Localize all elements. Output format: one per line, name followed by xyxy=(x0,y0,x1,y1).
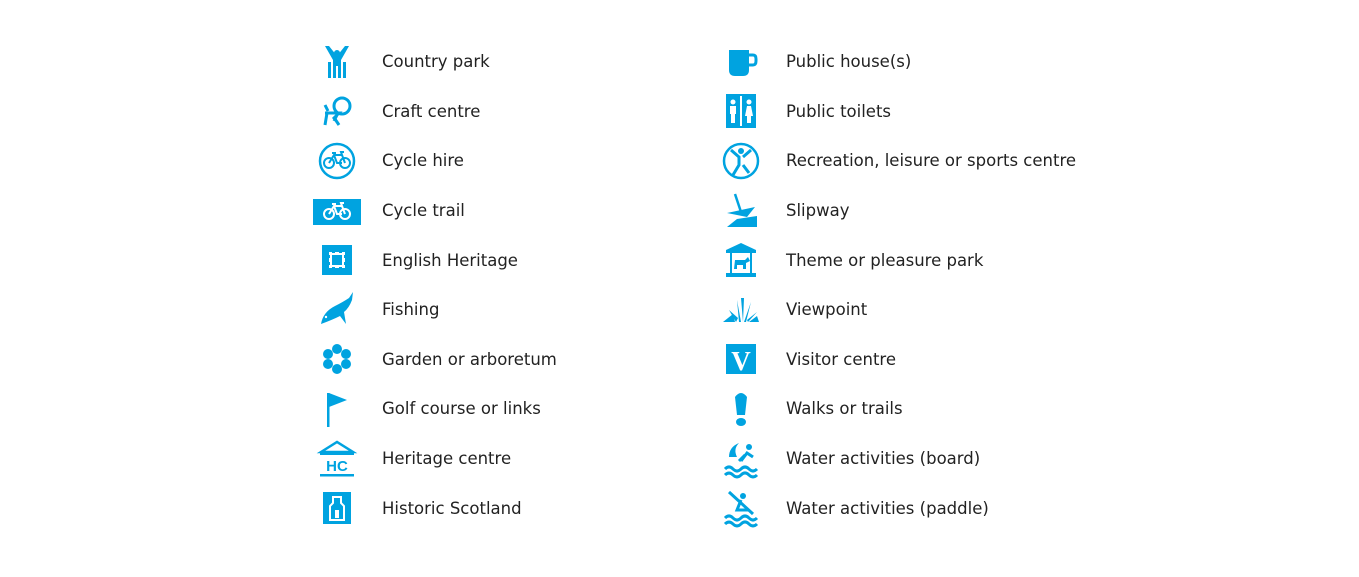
footprint-icon xyxy=(716,389,766,429)
legend-item: Theme or pleasure park xyxy=(716,235,1076,285)
garden-icon xyxy=(312,339,362,379)
slipway-icon xyxy=(716,191,766,231)
legend-item: Public house(s) xyxy=(716,37,1076,87)
legend-item-label: Slipway xyxy=(786,201,850,221)
legend-item-label: Cycle trail xyxy=(382,201,465,221)
legend-item: Cycle hire xyxy=(312,136,557,186)
cycle-trail-icon xyxy=(312,191,362,231)
legend-column-right: Public house(s) Public toilets Recreation,… xyxy=(716,37,1076,533)
country-park-icon xyxy=(312,42,362,82)
legend-item: Water activities (board) xyxy=(716,434,1076,484)
toilets-icon xyxy=(716,91,766,131)
legend-item-label: Country park xyxy=(382,52,490,72)
legend-item-label: Golf course or links xyxy=(382,399,541,419)
legend-item-label: Walks or trails xyxy=(786,399,903,419)
legend-item: Walks or trails xyxy=(716,384,1076,434)
visitor-centre-icon: V xyxy=(716,339,766,379)
historic-scotland-icon xyxy=(312,488,362,528)
water-paddle-icon xyxy=(716,488,766,528)
legend-item: Golf course or links xyxy=(312,384,557,434)
legend-item: Garden or arboretum xyxy=(312,335,557,385)
legend-item-label: Recreation, leisure or sports centre xyxy=(786,151,1077,171)
viewpoint-icon xyxy=(716,290,766,330)
recreation-icon xyxy=(716,141,766,181)
english-heritage-icon xyxy=(312,240,362,280)
svg-text:HC: HC xyxy=(326,458,348,475)
legend-item-label: Visitor centre xyxy=(786,349,897,369)
legend-item-label: Water activities (paddle) xyxy=(786,498,989,518)
carousel-icon xyxy=(716,240,766,280)
legend-item: Craft centre xyxy=(312,87,557,137)
legend-item-label: Public house(s) xyxy=(786,52,912,72)
legend-item-label: Heritage centre xyxy=(382,449,512,469)
legend-item: Cycle trail xyxy=(312,186,557,236)
pub-mug-icon xyxy=(716,42,766,82)
legend-item: Slipway xyxy=(716,186,1076,236)
legend-item-label: Historic Scotland xyxy=(382,498,522,518)
legend-item-label: Viewpoint xyxy=(786,300,868,320)
legend-item-label: Water activities (board) xyxy=(786,449,981,469)
legend-item: Public toilets xyxy=(716,87,1076,137)
legend-column-left: Country park Craft centre Cycle hire Cycle … xyxy=(312,37,557,533)
legend-item: HC Heritage centre xyxy=(312,434,557,484)
legend-item-label: Craft centre xyxy=(382,101,481,121)
legend-item-label: Cycle hire xyxy=(382,151,464,171)
golf-flag-icon xyxy=(312,389,362,429)
fishing-icon xyxy=(312,290,362,330)
legend-item-label: Fishing xyxy=(382,300,440,320)
svg-text:V: V xyxy=(731,346,751,376)
legend-item: Viewpoint xyxy=(716,285,1076,335)
legend-item: Recreation, leisure or sports centre xyxy=(716,136,1076,186)
legend-item: Country park xyxy=(312,37,557,87)
legend-item-label: Public toilets xyxy=(786,101,892,121)
legend-item: Historic Scotland xyxy=(312,483,557,533)
legend-item-label: English Heritage xyxy=(382,250,518,270)
water-board-icon xyxy=(716,439,766,479)
legend-item: V Visitor centre xyxy=(716,335,1076,385)
cycle-hire-icon xyxy=(312,141,362,181)
legend-item: Water activities (paddle) xyxy=(716,483,1076,533)
craft-centre-icon xyxy=(312,91,362,131)
legend-item: English Heritage xyxy=(312,235,557,285)
heritage-centre-icon: HC xyxy=(312,439,362,479)
legend-item-label: Theme or pleasure park xyxy=(786,250,984,270)
legend-item: Fishing xyxy=(312,285,557,335)
legend-item-label: Garden or arboretum xyxy=(382,349,557,369)
